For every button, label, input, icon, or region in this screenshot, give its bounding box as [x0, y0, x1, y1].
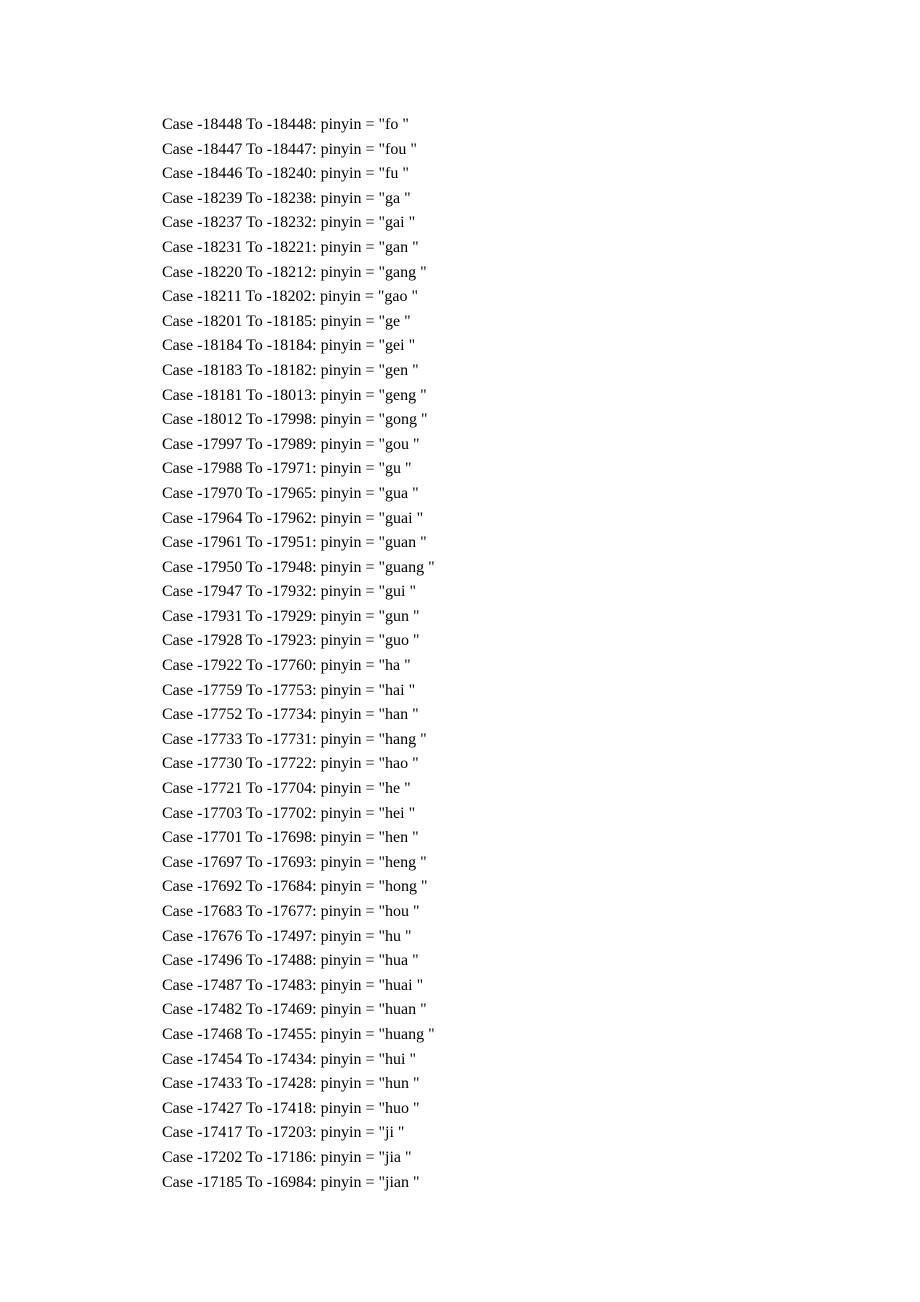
code-line: Case -17733 To -17731: pinyin = "hang "	[162, 728, 762, 753]
code-line: Case -17701 To -17698: pinyin = "hen "	[162, 826, 762, 851]
code-line: Case -17202 To -17186: pinyin = "jia "	[162, 1146, 762, 1171]
code-line: Case -17730 To -17722: pinyin = "hao "	[162, 752, 762, 777]
code-line: Case -18448 To -18448: pinyin = "fo "	[162, 113, 762, 138]
code-line: Case -18446 To -18240: pinyin = "fu "	[162, 162, 762, 187]
code-line: Case -17964 To -17962: pinyin = "guai "	[162, 507, 762, 532]
code-line: Case -17676 To -17497: pinyin = "hu "	[162, 925, 762, 950]
code-line: Case -17468 To -17455: pinyin = "huang "	[162, 1023, 762, 1048]
code-line: Case -17970 To -17965: pinyin = "gua "	[162, 482, 762, 507]
code-line: Case -17487 To -17483: pinyin = "huai "	[162, 974, 762, 999]
code-line: Case -18183 To -18182: pinyin = "gen "	[162, 359, 762, 384]
code-line: Case -17703 To -17702: pinyin = "hei "	[162, 802, 762, 827]
code-line: Case -17697 To -17693: pinyin = "heng "	[162, 851, 762, 876]
code-line: Case -18237 To -18232: pinyin = "gai "	[162, 211, 762, 236]
code-line: Case -17683 To -17677: pinyin = "hou "	[162, 900, 762, 925]
code-line: Case -17931 To -17929: pinyin = "gun "	[162, 605, 762, 630]
code-line: Case -18239 To -18238: pinyin = "ga "	[162, 187, 762, 212]
code-line: Case -18231 To -18221: pinyin = "gan "	[162, 236, 762, 261]
code-line: Case -18181 To -18013: pinyin = "geng "	[162, 384, 762, 409]
code-line: Case -17752 To -17734: pinyin = "han "	[162, 703, 762, 728]
code-line: Case -17759 To -17753: pinyin = "hai "	[162, 679, 762, 704]
code-line: Case -18211 To -18202: pinyin = "gao "	[162, 285, 762, 310]
code-line: Case -17922 To -17760: pinyin = "ha "	[162, 654, 762, 679]
code-line: Case -17185 To -16984: pinyin = "jian "	[162, 1171, 762, 1196]
code-line: Case -17997 To -17989: pinyin = "gou "	[162, 433, 762, 458]
code-line: Case -17496 To -17488: pinyin = "hua "	[162, 949, 762, 974]
code-line: Case -17961 To -17951: pinyin = "guan "	[162, 531, 762, 556]
code-line: Case -18220 To -18212: pinyin = "gang "	[162, 261, 762, 286]
code-line: Case -17947 To -17932: pinyin = "gui "	[162, 580, 762, 605]
code-line: Case -17433 To -17428: pinyin = "hun "	[162, 1072, 762, 1097]
code-line: Case -17721 To -17704: pinyin = "he "	[162, 777, 762, 802]
code-line: Case -17417 To -17203: pinyin = "ji "	[162, 1121, 762, 1146]
code-line: Case -17692 To -17684: pinyin = "hong "	[162, 875, 762, 900]
code-document: Case -18448 To -18448: pinyin = "fo "Cas…	[0, 0, 762, 1195]
code-line: Case -17988 To -17971: pinyin = "gu "	[162, 457, 762, 482]
code-line: Case -17928 To -17923: pinyin = "guo "	[162, 629, 762, 654]
code-line: Case -18447 To -18447: pinyin = "fou "	[162, 138, 762, 163]
code-line: Case -17950 To -17948: pinyin = "guang "	[162, 556, 762, 581]
code-line: Case -17482 To -17469: pinyin = "huan "	[162, 998, 762, 1023]
code-line: Case -17454 To -17434: pinyin = "hui "	[162, 1048, 762, 1073]
code-line: Case -18012 To -17998: pinyin = "gong "	[162, 408, 762, 433]
code-lines-container: Case -18448 To -18448: pinyin = "fo "Cas…	[162, 113, 762, 1195]
code-line: Case -18201 To -18185: pinyin = "ge "	[162, 310, 762, 335]
code-line: Case -17427 To -17418: pinyin = "huo "	[162, 1097, 762, 1122]
code-line: Case -18184 To -18184: pinyin = "gei "	[162, 334, 762, 359]
